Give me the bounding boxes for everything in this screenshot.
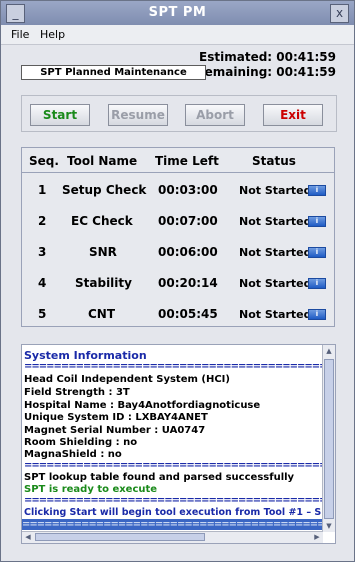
separator-line: ========================================… [24,361,335,372]
info-line: Field Strength : 3T [24,387,130,398]
menu-bar: File Help [1,25,354,45]
row-seq: 1 [38,183,47,197]
info-icon[interactable]: i [308,185,326,196]
remaining-label: Remaining: [195,65,273,79]
separator-line: ========================================… [24,460,335,471]
row-seq: 4 [38,276,47,290]
panel-title: SPT Planned Maintenance [21,65,206,80]
spt-pm-window: _ SPT PM x File Help Estimated: 00:41:59… [0,0,355,562]
row-time: 00:07:00 [158,214,218,228]
header-divider [22,172,334,173]
vertical-scroll-thumb[interactable] [324,359,334,519]
table-row: 4 Stability 00:20:14 Not Started i [22,268,334,299]
title-bar: _ SPT PM x [1,1,354,25]
separator-line: ========================================… [24,495,335,506]
system-information-panel[interactable]: System Information =====================… [21,344,336,544]
scroll-up-icon[interactable]: ▲ [324,346,334,356]
row-time: 00:05:45 [158,307,218,321]
horizontal-scroll-thumb[interactable] [35,533,205,541]
remaining-time: Remaining: 00:41:59 [195,65,336,79]
close-icon: x [335,6,344,20]
header-tool-name: Tool Name [67,154,138,168]
row-seq: 5 [38,307,47,321]
tool-table: Seq. Tool Name Time Left Status 1 Setup … [21,147,335,327]
table-row: 2 EC Check 00:07:00 Not Started i [22,206,334,237]
info-line: Head Coil Independent System (HCI) [24,374,230,385]
table-row: 1 Setup Check 00:03:00 Not Started i [22,175,334,206]
row-seq: 2 [38,214,47,228]
window-title: SPT PM [148,5,207,20]
row-time: 00:06:00 [158,245,218,259]
header-time-left: Time Left [155,154,219,168]
estimated-time: Estimated: 00:41:59 [199,50,336,64]
table-row: 3 SNR 00:06:00 Not Started i [22,237,334,268]
row-seq: 3 [38,245,47,259]
info-line: Magnet Serial Number : UA0747 [24,425,206,436]
row-tool: Stability [75,276,132,290]
row-status: Not Started [239,184,312,197]
abort-button[interactable]: Abort [185,104,245,126]
row-time: 00:20:14 [158,276,218,290]
resume-button[interactable]: Resume [108,104,168,126]
row-tool: CNT [88,307,116,321]
lookup-message: SPT lookup table found and parsed succes… [24,472,295,483]
info-line: Room Shielding : no [24,437,138,448]
row-tool: SNR [89,245,117,259]
menu-file[interactable]: File [11,28,29,41]
row-status: Not Started [239,308,312,321]
clicking-start-message: Clicking Start will begin tool execution… [24,507,322,518]
estimated-value: 00:41:59 [276,50,336,64]
row-status: Not Started [239,246,312,259]
row-status: Not Started [239,277,312,290]
info-line: Hospital Name : Bay4Anotfordiagnoticuse [24,400,261,411]
scroll-right-icon[interactable]: ▶ [312,532,322,543]
info-icon[interactable]: i [308,247,326,258]
row-status: Not Started [239,215,312,228]
info-icon[interactable]: i [308,216,326,227]
vertical-scrollbar[interactable]: ▲ ▼ [322,345,335,532]
ready-message: SPT is ready to execute [24,484,158,495]
info-line: MagnaShield : no [24,449,122,460]
row-tool: EC Check [71,214,133,228]
table-row: 5 CNT 00:05:45 Not Started i [22,299,334,330]
scroll-down-icon[interactable]: ▼ [324,521,334,531]
header-status: Status [252,154,296,168]
remaining-value: 00:41:59 [276,65,336,79]
menu-help[interactable]: Help [40,28,65,41]
row-tool: Setup Check [62,183,147,197]
selected-separator-line: ========================================… [22,519,323,530]
row-time: 00:03:00 [158,183,218,197]
exit-button[interactable]: Exit [263,104,323,126]
info-icon[interactable]: i [308,309,326,320]
start-button[interactable]: Start [30,104,90,126]
close-button[interactable]: x [330,4,349,23]
estimated-label: Estimated: [199,50,273,64]
button-panel: Start Resume Abort Exit [21,95,337,132]
info-line: Unique System ID : LXBAY4ANET [24,412,208,423]
scroll-left-icon[interactable]: ◀ [23,532,33,543]
info-icon[interactable]: i [308,278,326,289]
horizontal-scrollbar[interactable]: ◀ ▶ [22,531,323,543]
header-seq: Seq. [29,154,59,168]
